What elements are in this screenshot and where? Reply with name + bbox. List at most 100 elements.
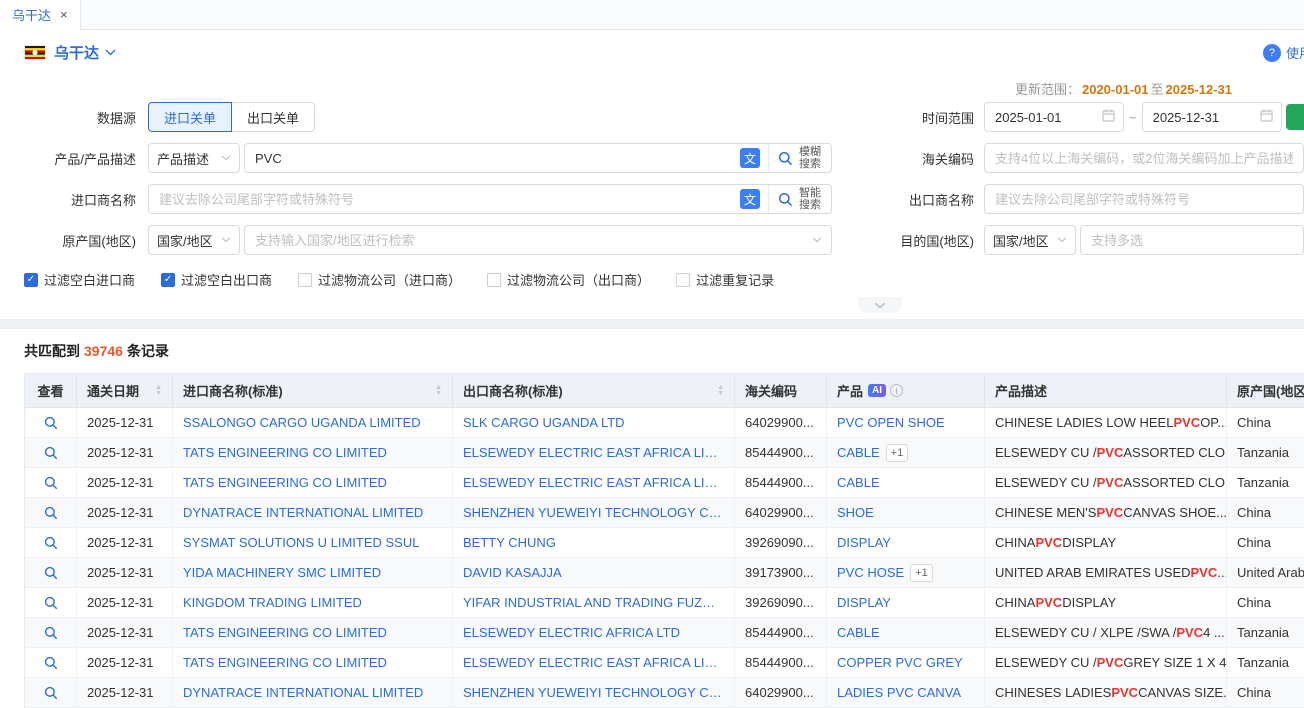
help-label: 使用: [1286, 43, 1304, 62]
view-record-button[interactable]: [44, 506, 58, 520]
product-cell: PVC OPEN SHOE: [827, 408, 985, 437]
col-label: 通关日期: [87, 381, 139, 400]
importer-link[interactable]: TATS ENGINEERING CO LIMITED: [183, 475, 387, 490]
destination-country-input[interactable]: [1080, 225, 1304, 255]
importer-link[interactable]: YIDA MACHINERY SMC LIMITED: [183, 565, 381, 580]
importer-name-input[interactable]: [149, 185, 740, 213]
product-link[interactable]: COPPER PVC GREY: [837, 655, 963, 670]
export-excel-button[interactable]: [1286, 104, 1304, 130]
end-date-input[interactable]: [1142, 102, 1282, 132]
country-chevron-down-icon[interactable]: [105, 49, 116, 56]
product-search-input[interactable]: [245, 144, 740, 172]
product-link[interactable]: DISPLAY: [837, 595, 891, 610]
product-link[interactable]: DISPLAY: [837, 535, 891, 550]
product-link[interactable]: PVC OPEN SHOE: [837, 415, 945, 430]
start-date-input[interactable]: [984, 102, 1124, 132]
product-more-badge[interactable]: +1: [886, 444, 909, 462]
view-record-button[interactable]: [44, 626, 58, 640]
smart-search-button[interactable]: 智能搜索: [768, 185, 831, 213]
checkbox-icon[interactable]: ✓: [161, 273, 175, 287]
description-cell: CHINESES LADIES PVC CANVAS SIZE...: [985, 678, 1227, 707]
filter-checkbox-4[interactable]: 过滤物流公司（出口商）: [487, 270, 650, 289]
col-date[interactable]: 通关日期 ▲▼: [77, 374, 173, 407]
collapse-filters-button[interactable]: [858, 297, 902, 313]
view-record-button[interactable]: [44, 446, 58, 460]
translate-icon[interactable]: 文: [740, 148, 760, 168]
date-cell: 2025-12-31: [77, 468, 173, 497]
hs-code-cell: 39269090...: [735, 588, 827, 617]
view-cell: [25, 498, 77, 527]
col-exporter[interactable]: 出口商名称(标准)▲▼: [453, 374, 735, 407]
sort-icon[interactable]: ▲▼: [155, 385, 162, 397]
importer-link[interactable]: DYNATRACE INTERNATIONAL LIMITED: [183, 685, 423, 700]
product-link[interactable]: LADIES PVC CANVA: [837, 685, 961, 700]
col-label: 进口商名称(标准): [183, 381, 283, 400]
product-link[interactable]: SHOE: [837, 505, 874, 520]
checkbox-icon[interactable]: [676, 273, 690, 287]
destination-country-select[interactable]: 国家/地区: [984, 225, 1076, 255]
exporter-link[interactable]: SHENZHEN YUEWEIYI TECHNOLOGY CO LTD: [463, 505, 724, 520]
help-link[interactable]: ? 使用: [1263, 43, 1304, 62]
exporter-cell: ELSEWEDY ELECTRIC AFRICA LTD: [453, 618, 735, 647]
importer-link[interactable]: TATS ENGINEERING CO LIMITED: [183, 445, 387, 460]
tab-export-customs[interactable]: 出口关单: [231, 102, 315, 132]
exporter-link[interactable]: ELSEWEDY ELECTRIC EAST AFRICA LIMTED: [463, 655, 724, 670]
importer-link[interactable]: SYSMAT SOLUTIONS U LIMITED SSUL: [183, 535, 419, 550]
filter-checkbox-2[interactable]: ✓过滤空白出口商: [161, 270, 272, 289]
hs-code-cell: 64029900...: [735, 408, 827, 437]
tab-import-customs[interactable]: 进口关单: [148, 102, 232, 132]
sort-icon[interactable]: ▲▼: [435, 385, 442, 397]
sort-icon[interactable]: ▲▼: [717, 385, 724, 397]
importer-link[interactable]: SSALONGO CARGO UGANDA LIMITED: [183, 415, 421, 430]
checkbox-icon[interactable]: [298, 273, 312, 287]
view-record-button[interactable]: [44, 596, 58, 610]
filter-checkbox-3[interactable]: 过滤物流公司（进口商）: [298, 270, 461, 289]
product-field-select[interactable]: 产品描述: [148, 143, 240, 173]
exporter-label: 出口商名称: [889, 190, 984, 209]
importer-link[interactable]: TATS ENGINEERING CO LIMITED: [183, 655, 387, 670]
fuzzy-search-button[interactable]: 模糊搜索: [768, 144, 831, 172]
exporter-name-input[interactable]: [984, 184, 1304, 214]
table-row: 2025-12-31DYNATRACE INTERNATIONAL LIMITE…: [25, 498, 1304, 528]
exporter-link[interactable]: DAVID KASAJJA: [463, 565, 562, 580]
start-date-value[interactable]: [993, 109, 1096, 126]
exporter-link[interactable]: BETTY CHUNG: [463, 535, 556, 550]
view-record-button[interactable]: [44, 416, 58, 430]
exporter-cell: ELSEWEDY ELECTRIC EAST AFRICA LIMTED: [453, 648, 735, 677]
product-more-badge[interactable]: +1: [910, 564, 933, 582]
exporter-link[interactable]: SLK CARGO UGANDA LTD: [463, 415, 625, 430]
view-record-button[interactable]: [44, 476, 58, 490]
exporter-link[interactable]: SHENZHEN YUEWEIYI TECHNOLOGY CO LTD: [463, 685, 724, 700]
product-link[interactable]: CABLE: [837, 625, 880, 640]
end-date-value[interactable]: [1151, 109, 1254, 126]
checkbox-icon[interactable]: ✓: [24, 273, 38, 287]
chevron-down-icon[interactable]: [812, 237, 831, 243]
highlight-term: PVC: [1176, 625, 1203, 640]
origin-country-input[interactable]: [245, 226, 812, 254]
exporter-link[interactable]: YIFAR INDUSTRIAL AND TRADING FUZHOU...: [463, 595, 724, 610]
checkbox-icon[interactable]: [487, 273, 501, 287]
importer-link[interactable]: KINGDOM TRADING LIMITED: [183, 595, 362, 610]
date-cell: 2025-12-31: [77, 558, 173, 587]
filter-checkbox-5[interactable]: 过滤重复记录: [676, 270, 774, 289]
product-link[interactable]: PVC HOSE: [837, 565, 904, 580]
view-record-button[interactable]: [44, 536, 58, 550]
info-icon[interactable]: i: [890, 384, 903, 397]
view-record-button[interactable]: [44, 566, 58, 580]
view-record-button[interactable]: [44, 686, 58, 700]
exporter-link[interactable]: ELSEWEDY ELECTRIC EAST AFRICA LIMTED: [463, 445, 724, 460]
product-link[interactable]: CABLE: [837, 475, 880, 490]
importer-link[interactable]: TATS ENGINEERING CO LIMITED: [183, 625, 387, 640]
product-link[interactable]: CABLE: [837, 445, 880, 460]
hs-code-input[interactable]: [984, 143, 1304, 173]
filter-checkbox-1[interactable]: ✓过滤空白进口商: [24, 270, 135, 289]
exporter-link[interactable]: ELSEWEDY ELECTRIC EAST AFRICA LIMTED: [463, 475, 724, 490]
exporter-link[interactable]: ELSEWEDY ELECTRIC AFRICA LTD: [463, 625, 680, 640]
tab-close-icon[interactable]: ×: [60, 8, 68, 21]
translate-icon[interactable]: 文: [740, 189, 760, 209]
tab-uganda[interactable]: 乌干达 ×: [0, 0, 81, 30]
importer-link[interactable]: DYNATRACE INTERNATIONAL LIMITED: [183, 505, 423, 520]
origin-country-select[interactable]: 国家/地区: [148, 225, 240, 255]
col-importer[interactable]: 进口商名称(标准) ▲▼: [173, 374, 453, 407]
view-record-button[interactable]: [44, 656, 58, 670]
